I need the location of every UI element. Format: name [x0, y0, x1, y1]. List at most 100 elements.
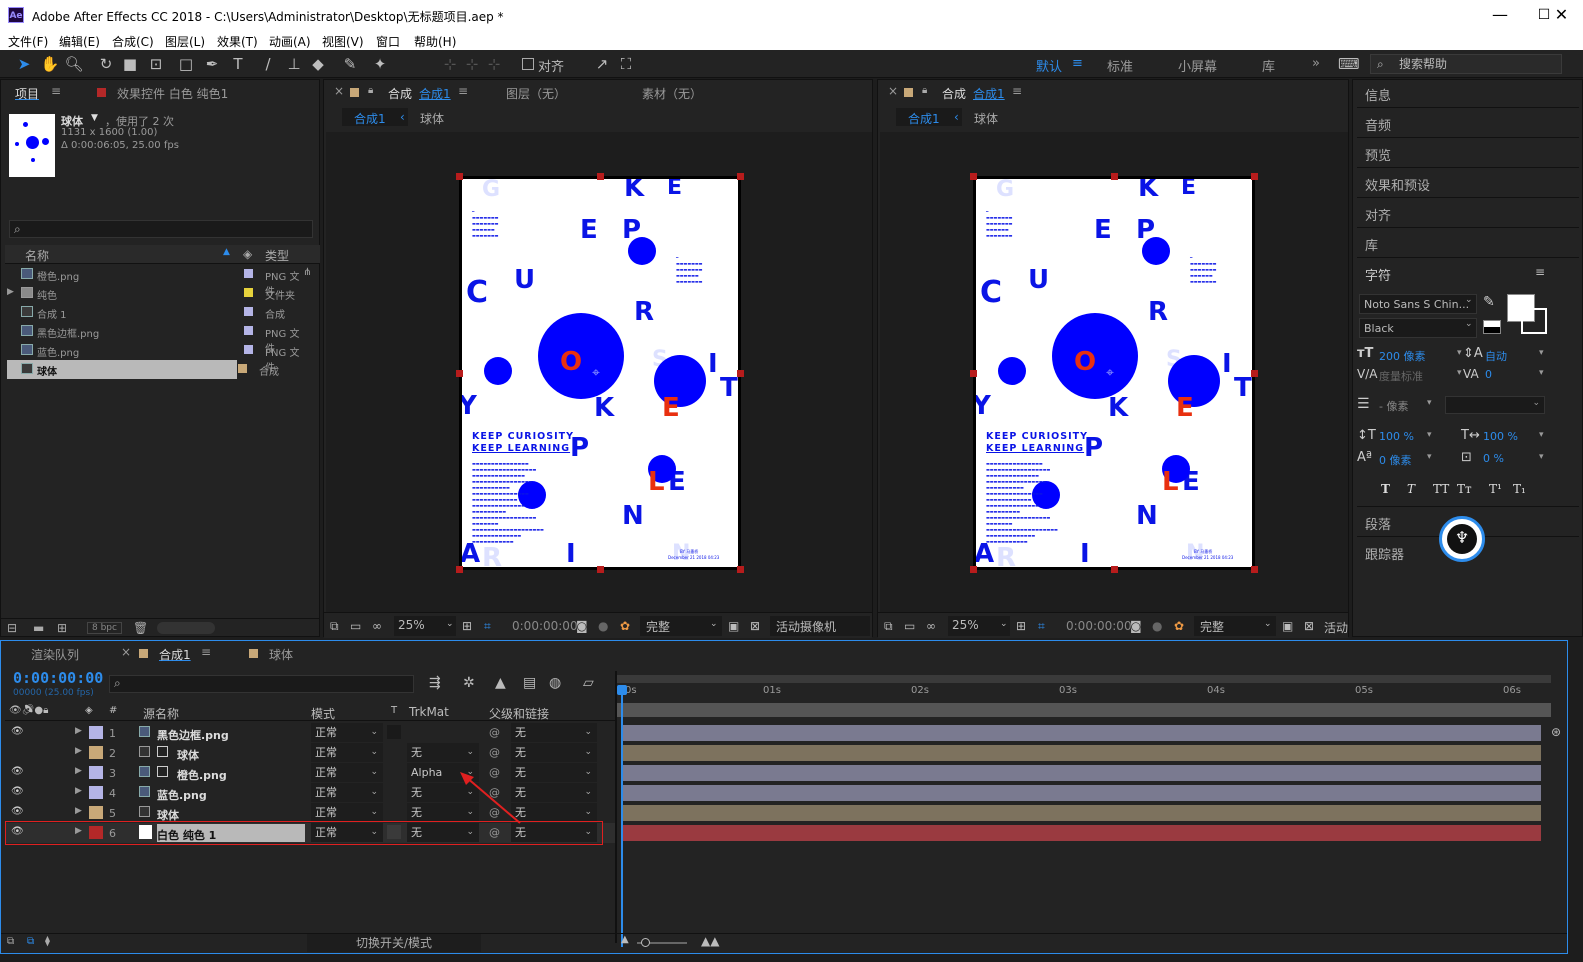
expand-arrow-icon[interactable]: ▶ [75, 786, 82, 796]
layer-duration-bar[interactable] [623, 765, 1541, 781]
zoom-out-icon[interactable]: ▲ [621, 934, 629, 945]
region-of-interest-icon[interactable]: ⌗ [1038, 619, 1045, 634]
current-time[interactable]: 0:00:00:00 [1066, 619, 1132, 633]
breadcrumb-comp[interactable]: 合成1 [896, 108, 962, 126]
layer-name[interactable]: 橙色.png [177, 767, 227, 783]
project-item[interactable]: 合成 1 合成 [7, 303, 302, 322]
layer-mode-select[interactable]: 正常 ⌄ [311, 743, 383, 762]
tab-composition-prefix[interactable]: 合成 [942, 85, 966, 102]
workspace-menu-icon[interactable]: ≡ [1072, 56, 1083, 71]
always-preview-icon[interactable]: ⧉ [884, 619, 893, 634]
show-snapshot-icon[interactable]: ● [1152, 619, 1162, 633]
column-name[interactable]: 名称 [25, 247, 49, 264]
all-caps-button[interactable]: TT [1433, 482, 1449, 496]
tab-layer[interactable]: 图层（无） [506, 85, 566, 102]
minimize-button[interactable]: — [1478, 0, 1522, 30]
close-icon[interactable]: × [334, 84, 344, 98]
work-area-range[interactable] [617, 703, 1551, 717]
expand-arrow-icon[interactable]: ▶ [75, 746, 82, 756]
tab-comp1[interactable]: 合成1 [159, 646, 191, 663]
camera-select[interactable]: 活动 [1324, 619, 1348, 636]
project-folder[interactable]: ▶ 纯色 文件夹 [7, 284, 302, 303]
layer-name[interactable]: 蓝色.png [157, 787, 207, 803]
menu-help[interactable]: 帮助(H) [414, 33, 456, 50]
layer-duration-bar-selected[interactable] [623, 825, 1541, 841]
new-composition-icon[interactable]: ⊞ [57, 621, 67, 635]
workspace-standard[interactable]: 标准 [1107, 56, 1133, 75]
fast-preview-icon[interactable]: ▣ [728, 619, 739, 633]
layer-label-swatch[interactable] [89, 786, 103, 799]
horizontal-scale-value[interactable]: 100 % [1483, 430, 1518, 443]
transparency-grid-icon[interactable]: ⊠ [1304, 619, 1314, 633]
menu-edit[interactable]: 编辑(E) [59, 33, 100, 50]
breadcrumb-layer[interactable]: 球体 [974, 110, 998, 127]
column-mode[interactable]: 模式 [311, 705, 335, 722]
tab-composition-name[interactable]: 合成1 [973, 85, 1005, 102]
eye-icon[interactable]: 👁︎ [11, 806, 24, 817]
grid-icon[interactable]: ⊞ [1016, 619, 1026, 633]
tab-sphere[interactable]: 球体 [269, 646, 293, 663]
layer-label-swatch[interactable] [89, 746, 103, 759]
camera-tool-icon[interactable]: ■ [120, 54, 140, 74]
pen-tool-icon[interactable]: ✒ [202, 54, 222, 74]
chevron-down-icon[interactable]: ▾ [1457, 368, 1462, 378]
mask-icon[interactable]: ∞ [926, 619, 936, 633]
current-time[interactable]: 0:00:00:00 [512, 619, 578, 633]
project-item[interactable]: 黑色边框.png PNG 文件 [7, 322, 302, 355]
tsume-value[interactable]: 0 % [1483, 452, 1504, 465]
new-folder-icon[interactable]: ▬ [33, 621, 44, 635]
column-trkmat[interactable]: TrkMat [409, 705, 449, 719]
expand-arrow-icon[interactable]: ▶ [75, 726, 82, 736]
layer-trkmat-select[interactable]: 无 ⌄ [407, 743, 479, 762]
hide-shy-layers-icon[interactable]: ▲ [495, 675, 506, 691]
baseline-shift-value[interactable]: 0 像素 [1379, 452, 1412, 468]
menu-window[interactable]: 窗口 [376, 33, 400, 50]
tab-project[interactable]: 项目 [15, 85, 39, 102]
layer-row[interactable]: ▶ 2 球体 正常 ⌄ 无 ⌄ @ 无 ⌄ [5, 743, 615, 763]
zoom-in-icon[interactable]: ▲▲ [701, 934, 719, 948]
close-icon[interactable]: × [121, 645, 131, 659]
always-preview-icon[interactable]: ⧉ [330, 619, 339, 634]
layer-row[interactable]: 👁︎ ▶ 1 黑色边框.png 正常 ⌄ @ 无 ⌄ [5, 723, 615, 743]
chevron-down-icon[interactable]: ⌄ [1465, 319, 1473, 329]
bit-depth-button[interactable]: 8 bpc [87, 622, 122, 634]
rectangle-tool-icon[interactable]: □ [176, 54, 196, 74]
chevron-down-icon[interactable]: ▾ [1539, 452, 1544, 462]
panel-menu-icon[interactable]: ≡ [1012, 84, 1022, 98]
thumbnail-slider[interactable] [157, 622, 215, 634]
in-out-icon[interactable]: ⧫ [45, 936, 50, 947]
panel-align[interactable]: 对齐 [1365, 205, 1391, 224]
menu-effect[interactable]: 效果(T) [217, 33, 258, 50]
pickwhip-icon[interactable]: @ [489, 746, 500, 759]
menu-file[interactable]: 文件(F) [8, 33, 48, 50]
sync-settings-icon[interactable]: ⌨ [1338, 54, 1360, 74]
small-caps-button[interactable]: Tт [1457, 482, 1472, 496]
sort-ascending-icon[interactable]: ▲ [223, 247, 230, 257]
chevron-down-icon[interactable]: ▾ [1539, 368, 1544, 378]
chevron-down-icon[interactable]: ▾ [1457, 348, 1462, 358]
panel-preview[interactable]: 预览 [1365, 145, 1391, 164]
eyedropper-icon[interactable]: ✎ [1483, 294, 1495, 310]
panel-character[interactable]: 字符 [1365, 265, 1391, 284]
lock-icon[interactable]: 🔒︎ [368, 85, 373, 96]
region-of-interest-icon[interactable]: ⌗ [484, 619, 491, 634]
close-button[interactable]: ✕ [1540, 0, 1583, 30]
layer-duration-bar[interactable] [623, 725, 1541, 741]
panel-libraries[interactable]: 库 [1365, 235, 1378, 254]
zoom-slider[interactable] [637, 938, 687, 947]
vertical-scale-value[interactable]: 100 % [1379, 430, 1414, 443]
interpret-footage-icon[interactable]: ⊟ [7, 621, 17, 635]
layer-name[interactable]: 黑色边框.png [157, 727, 229, 743]
chevron-down-icon[interactable]: ▾ [1427, 398, 1432, 408]
workspace-small-screen[interactable]: 小屏幕 [1178, 56, 1217, 75]
layer-label-swatch[interactable] [89, 766, 103, 779]
layer-mode-select[interactable]: 正常 ⌄ [311, 723, 383, 742]
panel-paragraph[interactable]: 段落 [1365, 514, 1391, 533]
chevron-down-icon[interactable]: ⌄ [1264, 619, 1272, 629]
swap-colors-icon[interactable] [1483, 320, 1501, 334]
layer-parent-select[interactable]: 无 ⌄ [511, 743, 597, 762]
zoom-tool-icon[interactable]: 🔍︎ [64, 54, 84, 74]
comp-flowchart-icon[interactable]: ⇶ [429, 675, 441, 691]
faux-italic-button[interactable]: T [1407, 482, 1415, 496]
layer-parent-select[interactable]: 无 ⌄ [511, 723, 597, 742]
